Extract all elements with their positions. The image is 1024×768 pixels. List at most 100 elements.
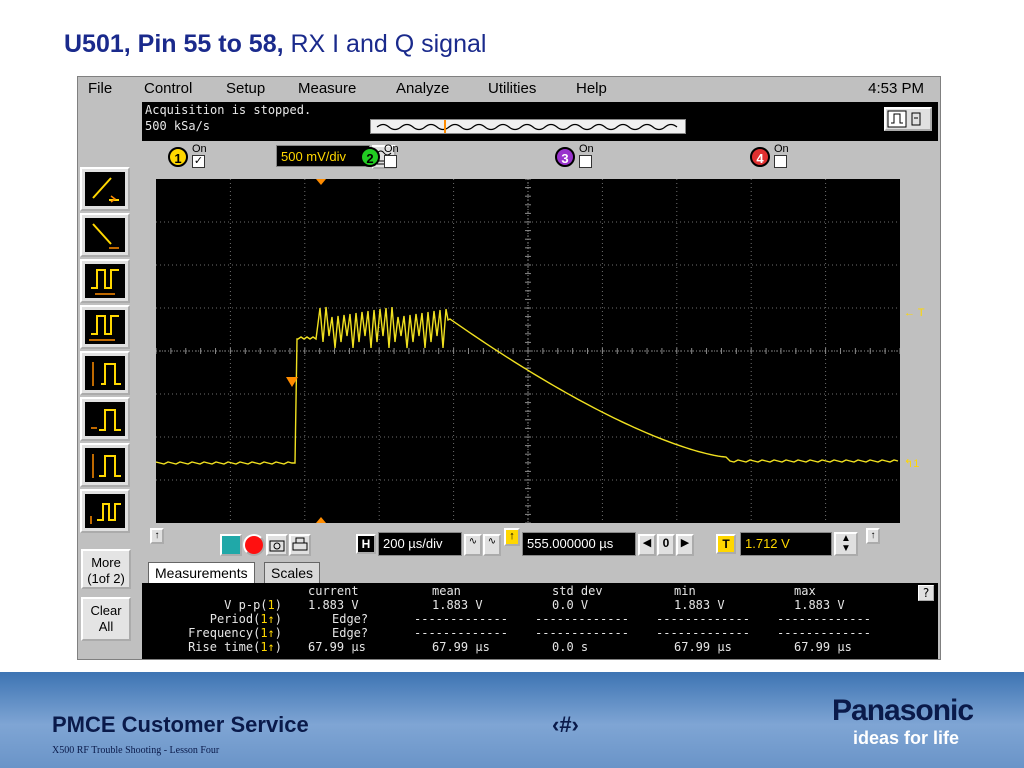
slide-number: ‹#› bbox=[552, 712, 579, 737]
channel-bar: 1 On ✓ 500 mV/div 2 On 3 On 4 On bbox=[142, 141, 938, 175]
table-cell: ------------- bbox=[414, 612, 508, 626]
menu-analyze[interactable]: Analyze bbox=[396, 80, 449, 97]
table-cell: 0.0 V bbox=[552, 598, 589, 612]
period-button[interactable] bbox=[80, 305, 130, 349]
clear-all-button[interactable]: Clear All bbox=[81, 597, 131, 641]
channel-1-ground-marker[interactable]: ↰1 bbox=[904, 457, 919, 470]
edge-falling-trigger-button[interactable] bbox=[80, 213, 130, 257]
table-row[interactable]: Rise time(1↑) 67.99 µs 67.99 µs 0.0 s 67… bbox=[142, 640, 938, 654]
channel-2-on-label: On bbox=[384, 143, 399, 155]
time-coarse-button[interactable]: ∿ bbox=[483, 534, 501, 556]
printer-icon bbox=[292, 537, 308, 551]
sample-rate: 500 kSa/s bbox=[145, 119, 211, 133]
column-header: mean bbox=[432, 584, 461, 598]
table-cell: 1.883 V bbox=[794, 598, 845, 612]
table-cell: 1.883 V bbox=[432, 598, 483, 612]
channel-2-checkbox[interactable] bbox=[384, 155, 397, 168]
tab-measurements[interactable]: Measurements bbox=[148, 562, 255, 584]
save-waveform-button[interactable] bbox=[266, 534, 288, 556]
pulse-width-button[interactable] bbox=[80, 259, 130, 303]
rise-time-icon bbox=[92, 362, 121, 386]
camera-icon bbox=[269, 540, 285, 552]
footer-subtitle: X500 RF Trouble Shooting - Lesson Four bbox=[52, 745, 220, 756]
horizontal-label[interactable]: H bbox=[356, 534, 376, 554]
trigger-level-field[interactable]: 1.712 V bbox=[740, 532, 832, 556]
stop-button[interactable] bbox=[243, 534, 265, 556]
menu-file[interactable]: File bbox=[88, 80, 112, 97]
channel-3-on-label: On bbox=[579, 143, 594, 155]
menu-measure[interactable]: Measure bbox=[298, 80, 356, 97]
menu-utilities[interactable]: Utilities bbox=[488, 80, 536, 97]
delay-zero-button[interactable]: 0 bbox=[657, 534, 675, 556]
channel-1-badge[interactable]: 1 bbox=[168, 147, 188, 167]
auto-scale-button[interactable] bbox=[220, 534, 242, 556]
row-label: Period(1↑) bbox=[209, 612, 282, 626]
peak-to-peak-icon bbox=[90, 503, 121, 524]
trigger-level-stepper[interactable]: ▲ ▼ bbox=[834, 532, 858, 556]
row-label: Rise time(1↑) bbox=[188, 640, 282, 654]
table-cell: ------------- bbox=[656, 612, 750, 626]
time-per-div-field[interactable]: 200 µs/div bbox=[378, 532, 462, 556]
falling-edge-icon bbox=[92, 223, 119, 249]
timebase-bar: ↑ H 200 µs/div ∿ ∿ ↑ 555.000000 µs ◀ 0 ▶… bbox=[142, 526, 938, 560]
vpp-button[interactable] bbox=[80, 489, 130, 533]
channel-3-badge[interactable]: 3 bbox=[555, 147, 575, 167]
collapse-up-icon[interactable]: ↑ bbox=[866, 528, 880, 544]
delay-field[interactable]: 555.000000 µs bbox=[522, 532, 636, 556]
channel-4-badge[interactable]: 4 bbox=[750, 147, 770, 167]
table-row[interactable]: Frequency(1↑) Edge? ------------- ------… bbox=[142, 626, 938, 640]
tab-scales[interactable]: Scales bbox=[264, 562, 321, 584]
table-cell: 1.883 V bbox=[308, 598, 359, 612]
channel-2-badge[interactable]: 2 bbox=[360, 147, 380, 167]
channel-4-checkbox[interactable] bbox=[774, 155, 787, 168]
clock: 4:53 PM bbox=[868, 80, 924, 97]
vbase-button[interactable] bbox=[80, 397, 130, 441]
pulse-width-icon bbox=[91, 269, 119, 295]
table-cell: ------------- bbox=[535, 612, 629, 626]
scope-window: File Control Setup Measure Analyze Utili… bbox=[77, 76, 941, 660]
slide-title-bold: U501, Pin 55 to 58, bbox=[64, 30, 284, 58]
trigger-level-marker[interactable]: ← T bbox=[904, 307, 925, 319]
time-fine-button[interactable]: ∿ bbox=[464, 534, 482, 556]
print-button[interactable] bbox=[289, 534, 311, 556]
waveform-display[interactable] bbox=[156, 179, 900, 523]
menu-setup[interactable]: Setup bbox=[226, 80, 265, 97]
vtop-button[interactable] bbox=[80, 443, 130, 487]
table-cell: 67.99 µs bbox=[432, 640, 490, 654]
acquisition-status: Acquisition is stopped. 500 kSa/s bbox=[142, 102, 938, 142]
slide-title-rest: RX I and Q signal bbox=[283, 30, 487, 58]
table-cell: ------------- bbox=[414, 626, 508, 640]
expand-up-icon[interactable]: ↑ bbox=[150, 528, 164, 544]
time-reference-marker-bottom bbox=[316, 517, 326, 523]
amplitude-top-icon bbox=[92, 454, 121, 478]
brand-tagline: ideas for life bbox=[853, 728, 960, 748]
more-button[interactable]: More (1of 2) bbox=[81, 549, 131, 589]
menu-control[interactable]: Control bbox=[144, 80, 192, 97]
row-label: Frequency(1↑) bbox=[188, 626, 282, 640]
column-header: max bbox=[794, 584, 816, 598]
acquisition-status-text: Acquisition is stopped. bbox=[145, 103, 312, 117]
brand-logo: Panasonic bbox=[832, 694, 974, 727]
delay-reference-icon[interactable]: ↑ bbox=[504, 528, 520, 546]
trigger-label[interactable]: T bbox=[716, 534, 736, 554]
menu-help[interactable]: Help bbox=[576, 80, 607, 97]
channel-3-checkbox[interactable] bbox=[579, 155, 592, 168]
channel-1-scale-field[interactable]: 500 mV/div bbox=[276, 145, 370, 167]
delay-right-button[interactable]: ▶ bbox=[676, 534, 694, 556]
channel-1-checkbox[interactable]: ✓ bbox=[192, 155, 205, 168]
table-row[interactable]: V p-p(1) 1.883 V 1.883 V 0.0 V 1.883 V 1… bbox=[142, 598, 938, 612]
table-cell: 0.0 s bbox=[552, 640, 589, 654]
rise-time-button[interactable] bbox=[80, 351, 130, 395]
time-reference-marker-top bbox=[316, 179, 326, 185]
column-header: current bbox=[308, 584, 359, 598]
period-icon bbox=[89, 315, 119, 341]
table-cell: ------------- bbox=[777, 612, 871, 626]
run-mode-button[interactable] bbox=[884, 107, 932, 131]
table-cell: ------------- bbox=[656, 626, 750, 640]
channel-1-on-label: On bbox=[192, 143, 207, 155]
edge-rising-trigger-button[interactable] bbox=[80, 167, 130, 211]
row-label: V p-p(1) bbox=[224, 598, 282, 612]
column-header: std dev bbox=[552, 584, 603, 598]
delay-left-button[interactable]: ◀ bbox=[638, 534, 656, 556]
table-row[interactable]: Period(1↑) Edge? ------------- ---------… bbox=[142, 612, 938, 626]
